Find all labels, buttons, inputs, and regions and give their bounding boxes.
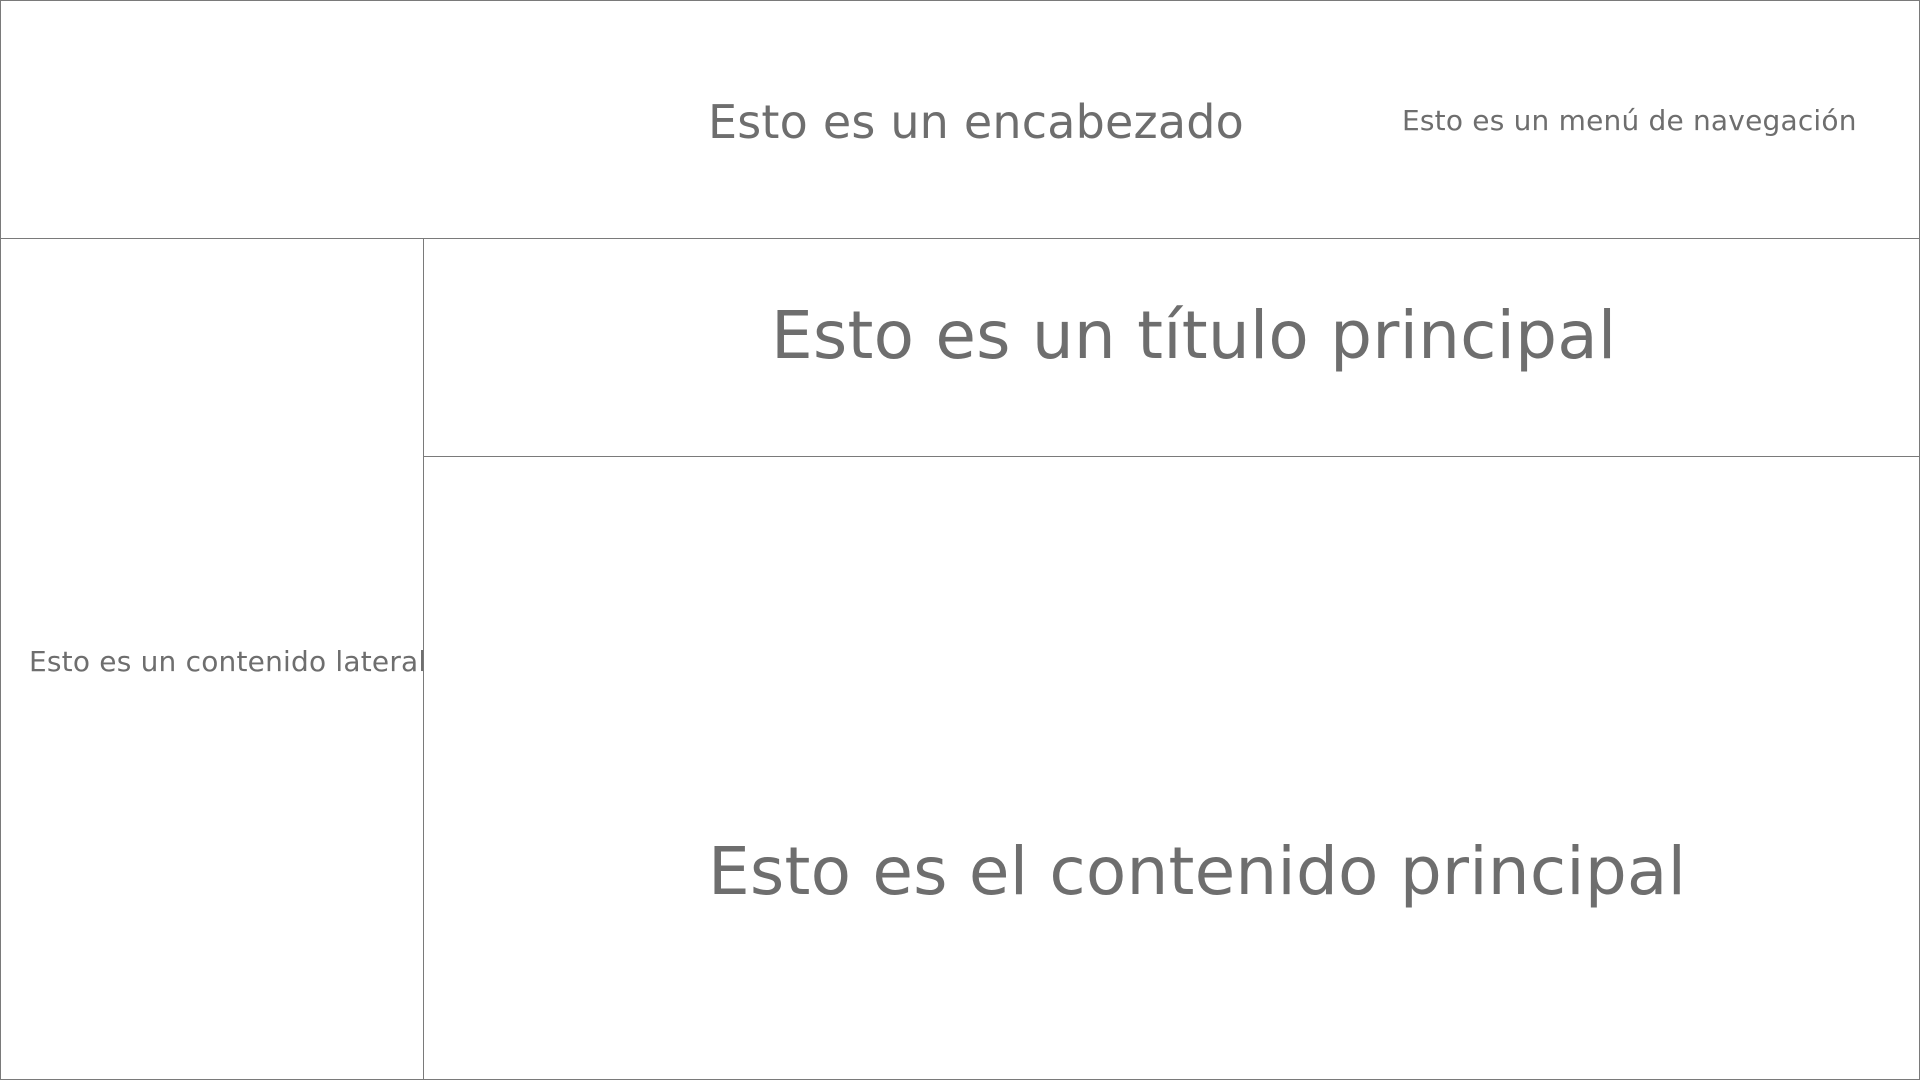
- header-title: Esto es un encabezado: [708, 95, 1244, 149]
- main-content-region: [423, 456, 1920, 1080]
- main-title: Esto es un título principal: [771, 297, 1617, 374]
- navigation-menu-label: Esto es un menú de navegación: [1402, 104, 1857, 137]
- main-content-label: Esto es el contenido principal: [708, 833, 1687, 910]
- layout-diagram: Esto es un encabezado Esto es un menú de…: [0, 0, 1920, 1080]
- sidebar-content-label: Esto es un contenido lateral: [29, 645, 427, 678]
